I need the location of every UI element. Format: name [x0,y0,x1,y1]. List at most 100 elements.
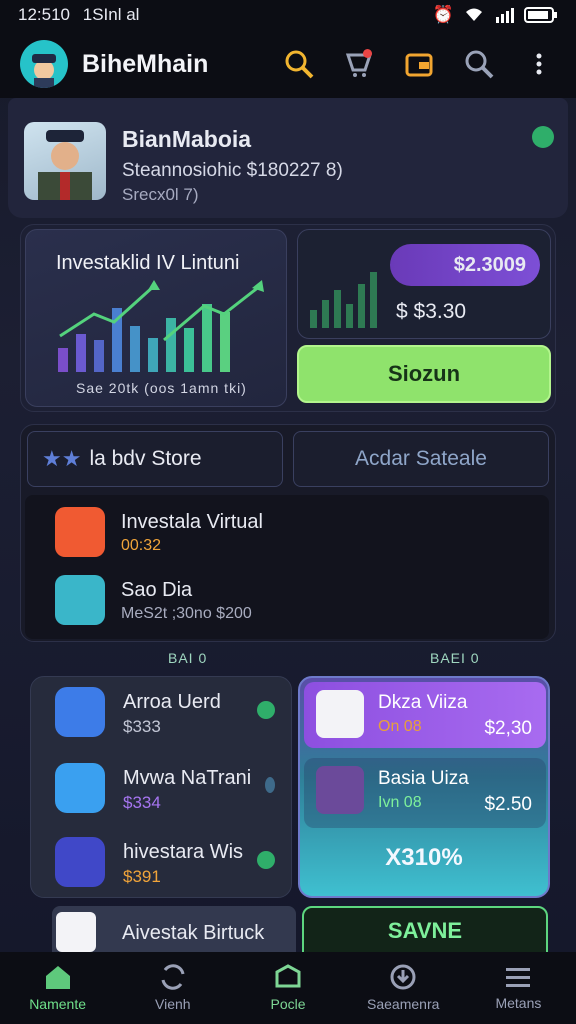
price-value: $ $3.30 [396,300,467,323]
status-carrier: 1SInl al [82,5,140,24]
page-title: BiheMhain [82,49,209,78]
nav-home[interactable]: Namente [0,952,115,1024]
promo-code: Ivn 08 [378,794,422,811]
deal-name: hivestara Wis [123,841,244,863]
bottom-nav: Namente Vienh Pocle Saeamenra Metans [0,952,576,1024]
investment-chart-card[interactable]: Investaklid IV Lintuni Sae 20tk (oos 1am… [25,229,287,407]
download-icon [390,964,416,990]
chart-icon [56,912,96,952]
deal-name: Mvwa NaTrani [123,767,252,789]
app-header: BiheMhain [0,30,576,98]
timer-icon [55,507,105,557]
promo-price: $2,30 [484,718,532,739]
more-vertical-icon [536,53,542,75]
promo-code: On 08 [378,718,422,735]
store-list: Investala Virtual 00:32 Sao Dia MeS2t ;3… [25,495,549,639]
chat-icon [55,763,105,813]
deal-item[interactable]: hivestara Wis $391 [55,837,285,891]
promo-panel: Dkza Viiza On 08 $2,30 Basia Uiza Ivn 08… [298,676,550,898]
promo-name: Basia Uiza [378,768,469,789]
menu-icon [506,968,531,987]
wallet-icon [405,53,433,77]
promo-percent: X310% [385,844,463,871]
price-badge: $2.3009 [390,244,540,286]
deal-item[interactable]: Mvwa NaTrani $334 [55,763,285,817]
deals-list: Arroa Uerd $333 Mvwa NaTrani $334 hivest… [30,676,292,898]
chart-title: Investaklid IV Lintuni [56,252,240,274]
store-panel: ★★ la bdv Store Acdar Sateale Investala … [20,424,556,642]
notification-dot [363,49,372,58]
profile-card[interactable]: BianMaboia Steannosiohic $180227 8) Srec… [8,98,568,218]
nav-view[interactable]: Vienh [115,952,230,1024]
nav-home-label: Namente [29,996,86,1012]
wifi-icon [466,8,482,21]
refresh-icon [161,964,185,990]
deal-price: $333 [123,717,161,736]
signal-icon [496,8,514,23]
battery-icon [524,7,557,23]
nav-menu-label: Metans [495,995,542,1011]
deal-price: $334 [123,793,161,812]
profile-photo [24,122,106,200]
star-icon: ★★ [42,446,82,471]
list-item[interactable]: Sao Dia MeS2t ;30no $200 [55,575,535,627]
promo-item[interactable]: Dkza Viiza On 08 $2,30 [304,682,546,748]
status-time: 12:510 [18,5,70,24]
mini-chart-icon [310,272,377,328]
section-label-left: BAI 0 [168,650,208,666]
search-icon [285,50,314,79]
home-icon [45,966,70,989]
tab-store[interactable]: ★★ la bdv Store [27,431,283,487]
promo-name: Dkza Viiza [378,692,468,713]
nav-download[interactable]: Saeamenra [346,952,461,1024]
list-item-sub: MeS2t ;30no $200 [121,605,252,622]
invest-strip[interactable]: Aivestak Birtuck [52,906,296,954]
list-item-title: Investala Virtual [121,511,263,533]
investment-panel: Investaklid IV Lintuni Sae 20tk (oos 1am… [20,224,556,412]
search-button[interactable] [282,47,316,81]
profile-balance: Steannosiohic $180227 8) [122,160,343,181]
profile-subtext: Srecx0l 7) [122,185,199,204]
deal-price: $391 [123,867,161,886]
save-button[interactable]: SAVNE [302,906,548,956]
more-menu-button[interactable] [522,47,556,81]
section-label-right: BAEI 0 [430,650,480,666]
check-icon [257,851,275,869]
status-dot-icon [265,777,275,793]
verified-icon [532,126,554,148]
cart-button[interactable] [342,47,376,81]
check-icon [257,701,275,719]
deal-item[interactable]: Arroa Uerd $333 [55,687,285,741]
nav-download-label: Saeamenra [367,996,440,1012]
invest-strip-label: Aivestak Birtuck [122,922,265,944]
status-bar: 12:510 1SInl al ⏰ [0,0,576,30]
avatar[interactable] [20,40,68,88]
alarm-icon: ⏰ [432,5,454,24]
deal-name: Arroa Uerd [123,691,221,713]
search-icon [465,50,494,79]
profile-name: BianMaboia [122,126,252,152]
promo-price: $2.50 [484,794,532,815]
tab-add-sale[interactable]: Acdar Sateale [293,431,549,487]
promo-item[interactable]: Basia Uiza Ivn 08 $2.50 [304,758,546,828]
primary-action-button[interactable]: Siozun [297,345,551,403]
badge-icon [316,690,364,738]
list-item[interactable]: Investala Virtual 00:32 [55,507,535,559]
shield-icon [55,575,105,625]
list-item-sub: 00:32 [121,537,162,554]
edit-icon [275,964,301,988]
wallet-button[interactable] [402,47,436,81]
nav-view-label: Vienh [155,996,191,1012]
price-card[interactable]: $2.3009 $ $3.30 [297,229,551,339]
tab-store-label: la bdv Store [89,447,202,470]
nav-menu[interactable]: Metans [461,952,576,1024]
chart-caption: Sae 20tk (oos 1amn tki) [76,380,247,396]
nav-pocle[interactable]: Pocle [230,952,345,1024]
grid-icon [316,766,364,814]
search-secondary-button[interactable] [462,47,496,81]
nav-pocle-label: Pocle [270,996,306,1012]
growth-chart-icon [58,280,264,372]
app-icon [55,687,105,737]
list-item-title: Sao Dia [121,579,193,601]
wallet-icon [55,837,105,887]
